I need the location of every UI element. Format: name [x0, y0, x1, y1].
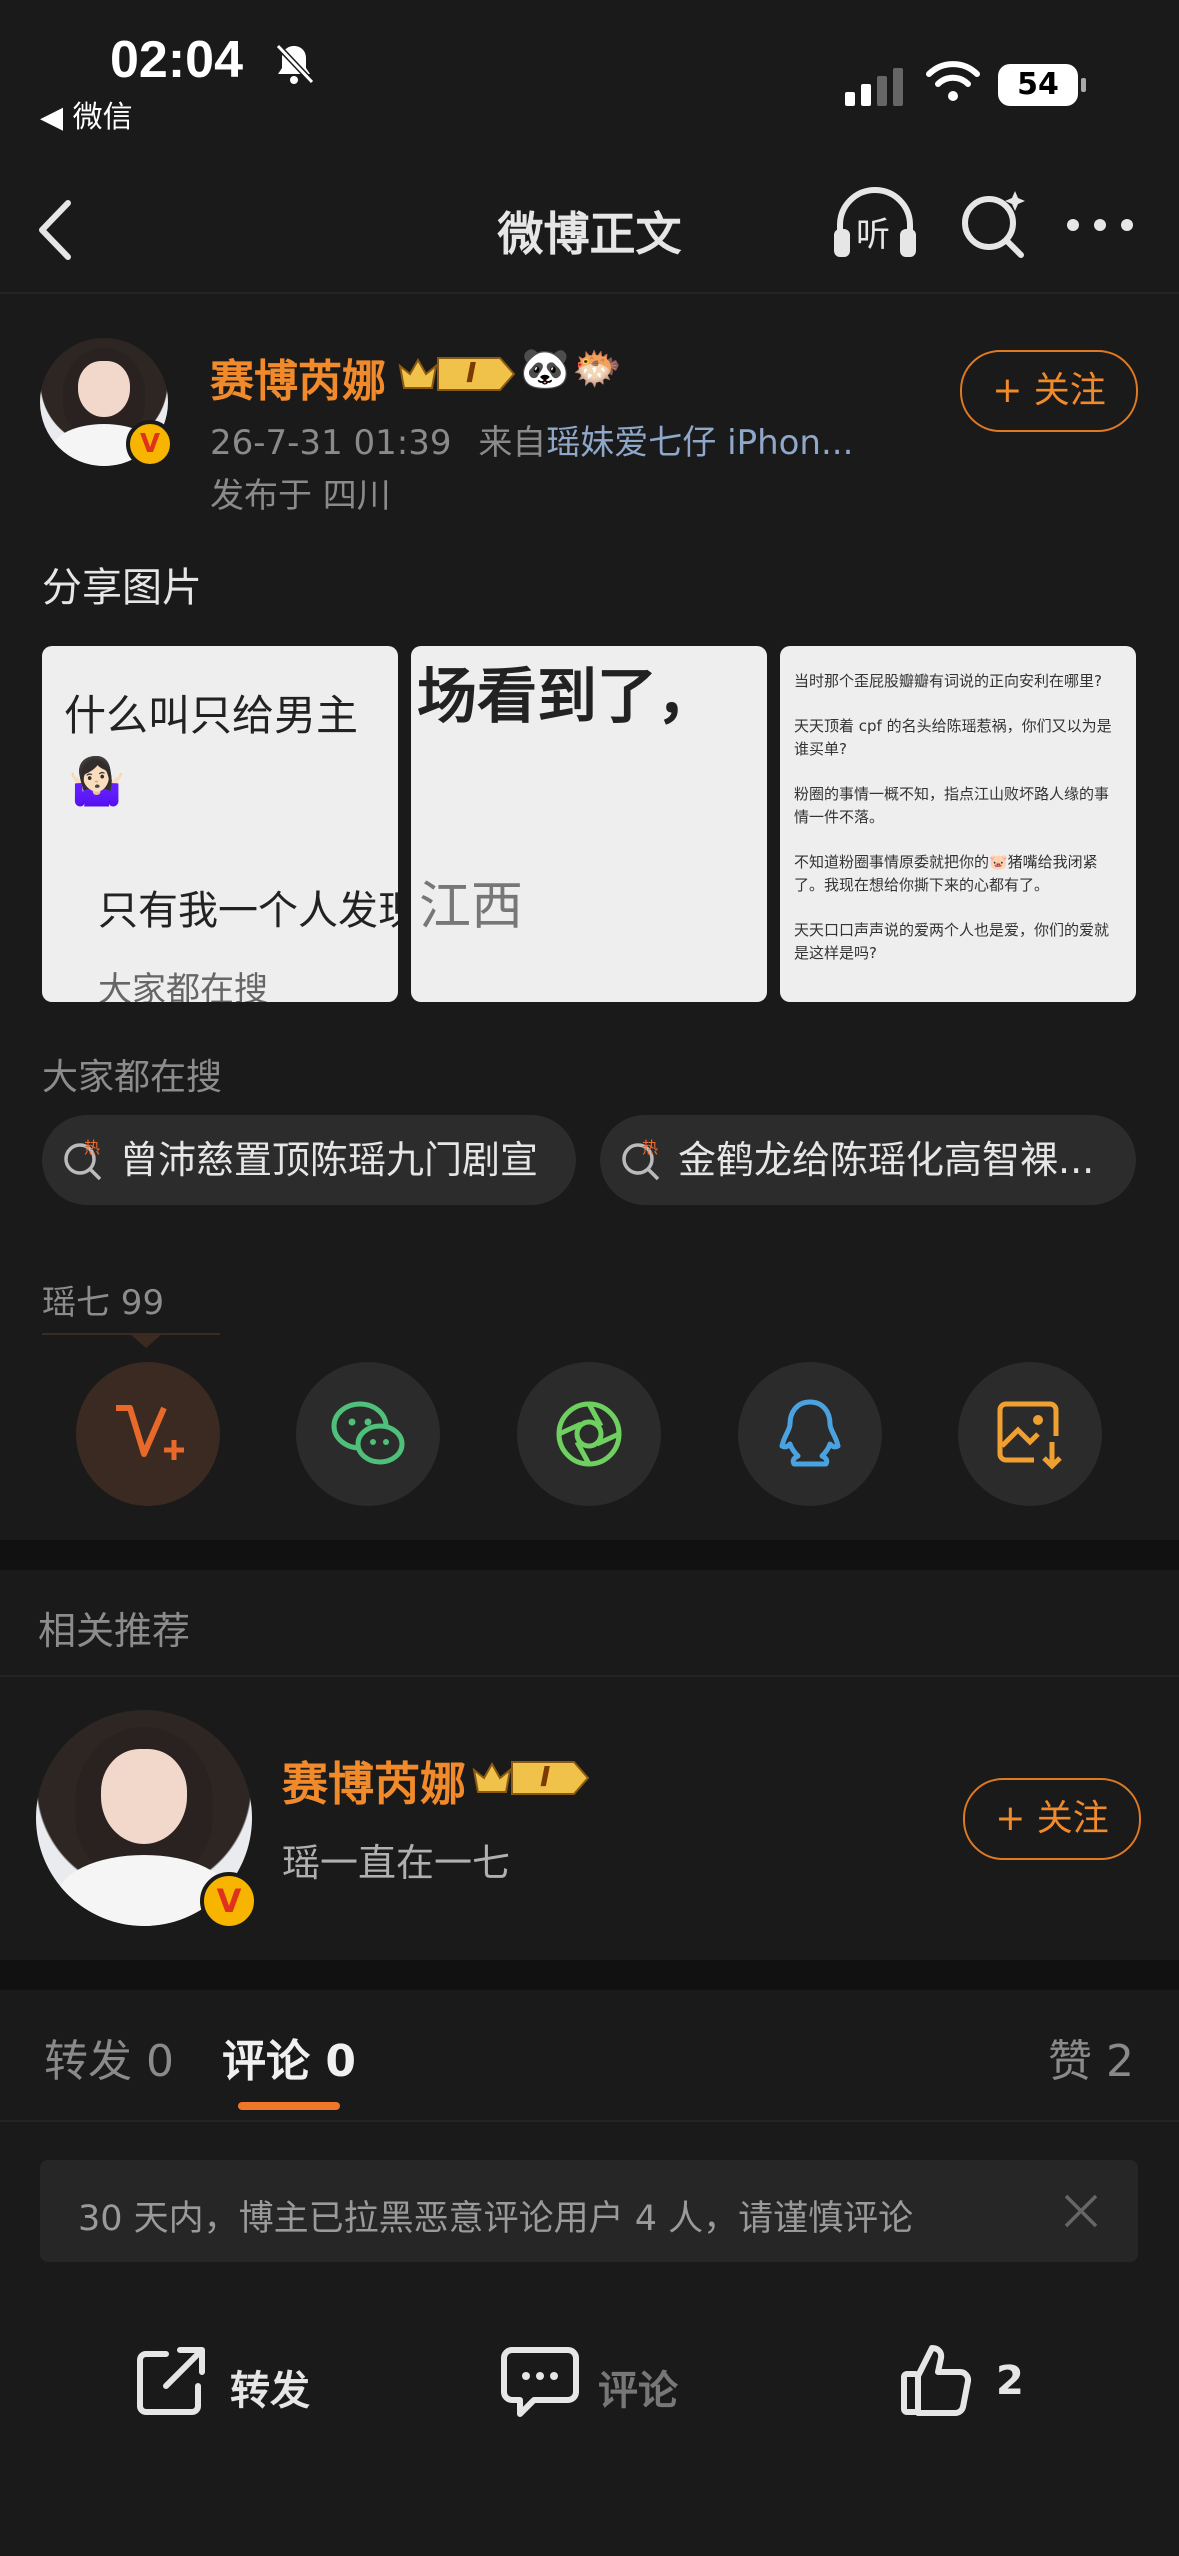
image3-line-2: 天天顶着 cpf 的名头给陈瑶惹祸，你们又以为是谁买单?: [794, 717, 1112, 758]
share-tag-label: 瑶七 99: [42, 1283, 165, 1323]
svg-text:热: 热: [84, 1138, 100, 1157]
image2-line2: 江西: [419, 877, 524, 937]
post-source[interactable]: 瑶妹爱七仔 iPhon...: [546, 423, 853, 463]
listen-label: 听: [856, 215, 890, 255]
save-image-button[interactable]: [958, 1362, 1102, 1506]
section-separator: [0, 1960, 1179, 1990]
notice-text: 30 天内，博主已拉黑恶意评论用户 4 人，请谨慎评论: [78, 2199, 914, 2239]
share-qq-button[interactable]: [738, 1362, 882, 1506]
image3-line-5: 天天口口声声说的爱两个人也是爱，你们的爱就是这样是吗?: [794, 921, 1110, 962]
verified-badge-icon: V: [126, 420, 174, 468]
more-options-icon[interactable]: [1065, 215, 1135, 235]
hot-search-text-2: 金鹤龙给陈瑶化高智裸...: [678, 1138, 1095, 1182]
tabs-divider: [0, 2120, 1179, 2122]
post-location: 发布于 四川: [210, 476, 391, 516]
related-level-text: I: [540, 1760, 551, 1793]
hot-search-icon: 热: [622, 1138, 660, 1181]
source-prefix: 来自: [478, 423, 547, 463]
related-name[interactable]: 赛博芮娜: [282, 1748, 466, 1814]
related-divider: [0, 1675, 1179, 1677]
related-desc: 瑶一直在一七: [282, 1841, 511, 1885]
share-weibo-button[interactable]: [76, 1362, 220, 1506]
share-icon: [137, 2347, 205, 2415]
svg-text:热: 热: [642, 1138, 658, 1157]
comment-icon: [501, 2347, 579, 2417]
hot-search-label: 大家都在搜: [42, 1057, 223, 1098]
image3-text: 当时那个歪屁股瓣瓣有词说的正向安利在哪里? 天天顶着 cpf 的名头给陈瑶惹祸，…: [794, 670, 1122, 965]
tab-like[interactable]: 赞 2: [1048, 2025, 1134, 2089]
active-tab-indicator: [238, 2102, 340, 2110]
thumbs-up-icon: [901, 2345, 972, 2416]
close-icon[interactable]: [1056, 2186, 1106, 2236]
hot-search-text-1: 曾沛慈置顶陈瑶九门剧宣: [120, 1138, 539, 1182]
bottom-like-button[interactable]: 2: [898, 2330, 1048, 2430]
related-verified-badge-icon: V: [200, 1872, 258, 1930]
related-level-badge: I: [472, 1756, 590, 1796]
mute-bell-icon: [275, 43, 315, 85]
author-name[interactable]: 赛博芮娜: [210, 345, 386, 409]
back-to-wechat[interactable]: ◀ 微信: [40, 92, 133, 136]
related-label: 相关推荐: [38, 1609, 191, 1653]
bottom-repost-button[interactable]: 转发: [132, 2330, 332, 2430]
image1-line1: 什么叫只给男主: [64, 691, 359, 740]
share-wechat-button[interactable]: [296, 1362, 440, 1506]
post-meta: 26-7-31 01:39 来自瑶妹爱七仔 iPhon...: [210, 415, 853, 464]
post-image-3[interactable]: 当时那个歪屁股瓣瓣有词说的正向安利在哪里? 天天顶着 cpf 的名头给陈瑶惹祸，…: [780, 646, 1136, 1002]
image2-line1: 场看到了，: [417, 662, 717, 732]
save-image-icon: [997, 1401, 1062, 1470]
post-image-1[interactable]: 什么叫只给男主 🤷🏻‍♀️ 只有我一个人发现 大家都在搜: [42, 646, 398, 1002]
moments-icon: [556, 1401, 622, 1467]
weibo-v-plus-icon: [116, 1405, 184, 1460]
hot-search-item-1[interactable]: 热 曾沛慈置顶陈瑶九门剧宣: [42, 1115, 576, 1205]
related-follow-button[interactable]: + 关注: [963, 1778, 1141, 1860]
panda-emoji-icon: 🐼: [520, 346, 570, 392]
image1-line2: 只有我一个人发现: [98, 888, 398, 934]
post-timestamp: 26-7-31 01:39: [210, 423, 452, 463]
bottom-comment-label: 评论: [598, 2368, 678, 2414]
member-level-badge: I: [398, 352, 516, 392]
search-icon[interactable]: [955, 185, 1035, 265]
image1-emoji: 🤷🏻‍♀️: [68, 754, 126, 808]
status-time: 02:04: [110, 31, 243, 89]
wifi-icon: [926, 61, 980, 101]
fish-emoji-icon: 🐡: [572, 346, 622, 392]
level-badge-text: I: [466, 356, 477, 389]
nav-divider: [0, 292, 1179, 294]
bottom-like-count: 2: [996, 2358, 1024, 2404]
image3-line-4: 不知道粉圈事情原委就把你的🐷猪嘴给我闭紧了。我现在想给你撕下来的心都有了。: [794, 853, 1098, 894]
share-tag-pointer: [130, 1334, 162, 1348]
tab-repost[interactable]: 转发 0: [44, 2025, 174, 2089]
image3-line-3: 粉圈的事情一概不知，指点江山败坏路人缘的事情一件不落。: [794, 785, 1110, 826]
bottom-repost-label: 转发: [230, 2368, 310, 2414]
wechat-icon: [331, 1401, 405, 1465]
crown-icon: [398, 357, 516, 391]
cellular-signal-icon: [845, 68, 903, 106]
image1-line3: 大家都在搜: [98, 970, 268, 1002]
hot-search-item-2[interactable]: 热 金鹤龙给陈瑶化高智裸...: [600, 1115, 1136, 1205]
section-separator: [0, 1540, 1179, 1570]
bottom-comment-button[interactable]: 评论: [500, 2330, 720, 2430]
qq-icon: [779, 1399, 841, 1467]
listen-button[interactable]: 听: [830, 185, 920, 265]
crown-icon: [472, 1761, 590, 1795]
comment-notice: 30 天内，博主已拉黑恶意评论用户 4 人，请谨慎评论: [40, 2160, 1138, 2262]
post-text: 分享图片: [42, 565, 202, 611]
tab-comment[interactable]: 评论 0: [222, 2025, 356, 2089]
share-moments-button[interactable]: [517, 1362, 661, 1506]
post-image-2[interactable]: 场看到了， 江西: [411, 646, 767, 1002]
battery-indicator: 54: [998, 64, 1086, 106]
image3-line-1: 当时那个歪屁股瓣瓣有词说的正向安利在哪里?: [794, 672, 1102, 690]
hot-search-icon: 热: [64, 1138, 102, 1181]
follow-button[interactable]: + 关注: [960, 350, 1138, 432]
